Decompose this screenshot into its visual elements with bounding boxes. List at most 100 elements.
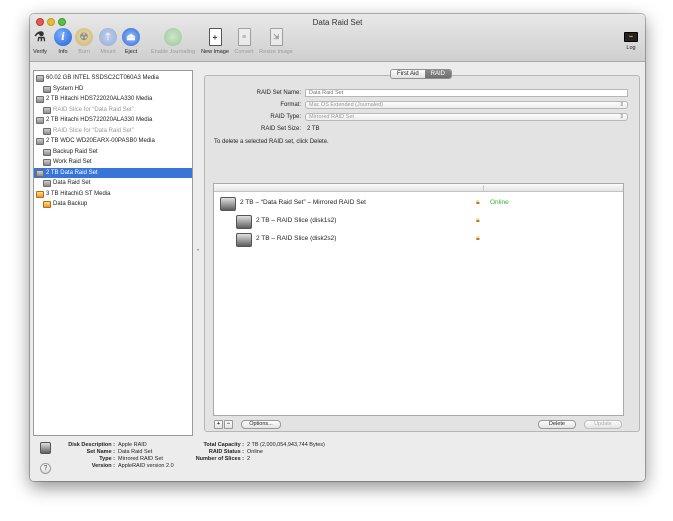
sidebar-item[interactable]: Work Raid Set [34, 157, 192, 168]
sidebar-item[interactable]: 2 TB Hitachi HDS722020ALA330 Media [34, 94, 192, 105]
sidebar-item[interactable]: Data Raid Set [34, 178, 192, 189]
raid-set-name-field[interactable] [305, 89, 628, 97]
sidebar-item-label: 2 TB Hitachi HDS722020ALA330 Media [46, 96, 153, 102]
disk-description-label: Disk Description : [68, 442, 115, 448]
info-bar: Disk Description : Apple RAID Set Name :… [30, 439, 645, 481]
mount-icon: ⇡ [99, 28, 117, 46]
convert-label: Convert [234, 49, 254, 55]
delete-instruction-text: To delete a selected RAID set, click Del… [214, 139, 329, 145]
volume-icon [43, 127, 51, 135]
raid-status-label: RAID Status : [208, 449, 244, 455]
tab-first-aid[interactable]: First Aid [391, 70, 425, 78]
sidebar-item-label: 2 TB Data Raid Set [46, 169, 98, 176]
raid-type-popup[interactable]: Mirrored RAID Set ⇕ [305, 113, 628, 121]
format-value: Mac OS Extended (Journaled) [309, 102, 383, 108]
titlebar: Data Raid Set ⚗ Verify i Info ☢ Burn ⇡ M… [30, 14, 645, 62]
options-button[interactable]: Options... [241, 420, 281, 429]
sidebar-item-label: 2 TB Hitachi HDS722020ALA330 Media [46, 117, 153, 123]
type-value: Mirrored RAID Set [118, 456, 163, 462]
hard-disk-icon [36, 117, 44, 124]
external-volume-icon [43, 201, 51, 208]
raid-set-size-label: RAID Set Size: [260, 126, 301, 132]
format-popup[interactable]: Mac OS Extended (Journaled) ⇕ [305, 101, 628, 109]
burn-label: Burn [78, 49, 90, 55]
remove-raid-member-button[interactable]: − [224, 420, 233, 429]
list-header [214, 184, 623, 192]
column-divider [483, 185, 484, 191]
set-name-label: Set Name : [86, 449, 115, 455]
raid-status-value: Online [247, 449, 263, 455]
sidebar-item[interactable]: Data Backup [34, 199, 192, 210]
format-label: Format: [280, 102, 301, 108]
split-view-handle[interactable]: • [197, 248, 199, 254]
sidebar-item-label: Backup Raid Set [53, 148, 98, 155]
volume-icon [43, 180, 51, 187]
sidebar-item-label: Work Raid Set [53, 159, 92, 165]
sidebar-item[interactable]: 3 TB HitachiG ST Media [34, 189, 192, 200]
sidebar-item[interactable]: RAID Slice for “Data Raid Set” [34, 105, 192, 116]
sidebar-item-label: RAID Slice for “Data Raid Set” [53, 106, 134, 113]
journal-icon [164, 28, 182, 46]
update-button[interactable]: Update [584, 420, 622, 429]
disk-utility-window: Data Raid Set ⚗ Verify i Info ☢ Burn ⇡ M… [30, 14, 645, 481]
total-capacity-value: 2 TB (2,000,054,943,744 Bytes) [247, 442, 325, 448]
sidebar-item[interactable]: 60.02 GB INTEL SSDSC2CT060A3 Media [34, 73, 192, 84]
sidebar-item-label: 3 TB HitachiG ST Media [46, 190, 111, 197]
lock-icon: 🔒︎ [476, 235, 480, 242]
log-label: Log [626, 45, 636, 51]
number-of-slices-label: Number of Slices : [195, 456, 244, 462]
volume-icon [43, 159, 51, 166]
enable-journaling-label: Enable Journaling [150, 49, 196, 55]
sidebar-item-label: Data Raid Set [53, 180, 91, 186]
eject-label: Eject [124, 49, 138, 55]
resize-image-icon: ⇲ [269, 28, 283, 46]
delete-button[interactable]: Delete [538, 420, 576, 429]
burn-button[interactable]: ☢ Burn [75, 28, 93, 55]
log-button[interactable]: ▪▪ Log [621, 28, 641, 51]
lock-icon: 🔒︎ [476, 217, 480, 224]
volume-icon [43, 85, 51, 93]
raid-set-label: 2 TB – “Data Raid Set” – Mirrored RAID S… [240, 199, 366, 206]
sidebar-item[interactable]: System HD [34, 84, 192, 95]
type-label: Type : [99, 456, 115, 462]
mount-label: Mount [100, 49, 116, 55]
sidebar-item-label: RAID Slice for “Data Raid Set” [53, 127, 134, 134]
raid-slice-row[interactable]: 2 TB – RAID Slice (disk2s2) 🔒︎ [214, 231, 623, 249]
enable-journaling-button[interactable]: Enable Journaling [148, 28, 198, 55]
sidebar-item[interactable]: 2 TB Hitachi HDS722020ALA330 Media [34, 115, 192, 126]
verify-button[interactable]: ⚗ Verify [31, 28, 49, 55]
set-name-value: Data Raid Set [118, 449, 153, 455]
sidebar-item[interactable]: 2 TB WDC WD20EARX-00PASB0 Media [34, 136, 192, 147]
raid-set-row[interactable]: 2 TB – “Data Raid Set” – Mirrored RAID S… [214, 195, 623, 213]
convert-icon: ≡ [237, 28, 251, 46]
sidebar-item[interactable]: RAID Slice for “Data Raid Set” [34, 126, 192, 137]
version-label: Version : [91, 463, 115, 469]
mount-button[interactable]: ⇡ Mount [98, 28, 118, 55]
hard-disk-icon [36, 96, 44, 103]
help-button[interactable]: ? [40, 463, 51, 474]
convert-button[interactable]: ≡ Convert [233, 28, 255, 55]
window-title: Data Raid Set [312, 18, 363, 27]
tab-raid[interactable]: RAID [424, 70, 452, 78]
popup-arrows-icon: ⇕ [619, 102, 624, 108]
resize-image-button[interactable]: ⇲ Resize Image [258, 28, 294, 55]
sidebar-item-label: 60.02 GB INTEL SSDSC2CT060A3 Media [46, 75, 159, 81]
raid-set-size-value: 2 TB [307, 126, 320, 132]
raid-slice-row[interactable]: 2 TB – RAID Slice (disk1s2) 🔒︎ [214, 213, 623, 231]
sidebar-item-label: System HD [53, 85, 84, 92]
raid-type-value: Mirrored RAID Set [309, 114, 354, 120]
add-raid-member-button[interactable]: + [214, 420, 223, 429]
external-disk-icon [36, 190, 44, 198]
raid-members-list[interactable]: 2 TB – “Data Raid Set” – Mirrored RAID S… [213, 183, 624, 416]
raid-set-disk-icon [220, 197, 236, 211]
disk-sidebar[interactable]: 60.02 GB INTEL SSDSC2CT060A3 Media Syste… [33, 70, 193, 436]
info-button[interactable]: i Info [54, 28, 72, 55]
sidebar-item-selected[interactable]: 2 TB Data Raid Set [34, 167, 192, 178]
sidebar-item[interactable]: Backup Raid Set [34, 147, 192, 158]
log-icon: ▪▪ [624, 32, 638, 42]
raid-status-online: Online [490, 199, 509, 206]
eject-button[interactable]: ⏏ Eject [122, 28, 140, 55]
new-image-button[interactable]: + New Image [200, 28, 230, 55]
popup-arrows-icon: ⇕ [619, 114, 624, 120]
microscope-icon: ⚗ [34, 29, 46, 44]
